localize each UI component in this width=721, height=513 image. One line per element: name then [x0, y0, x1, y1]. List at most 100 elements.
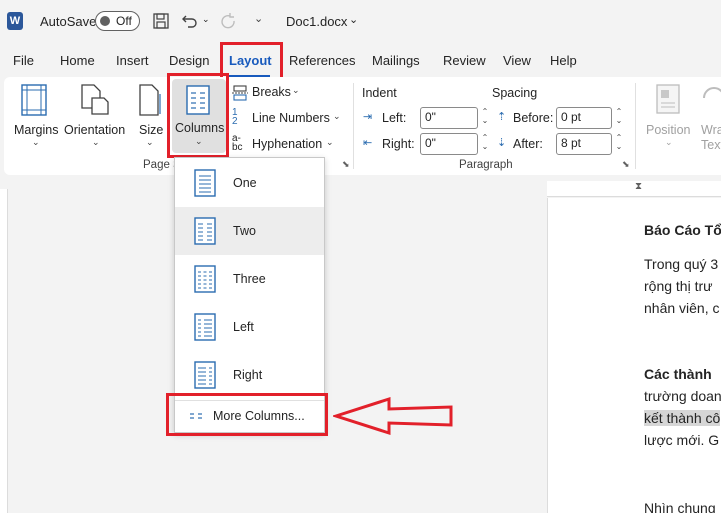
- columns-option-right[interactable]: Right: [175, 351, 324, 399]
- indent-label: Indent: [362, 86, 397, 100]
- spacing-before-icon: ⇡: [497, 111, 507, 123]
- tab-design[interactable]: Design: [169, 53, 209, 68]
- columns-option-two[interactable]: Two: [175, 207, 324, 255]
- left-column-icon: [194, 313, 216, 341]
- indent-right-input[interactable]: 0": [420, 133, 478, 155]
- columns-button-highlight: [167, 73, 229, 158]
- tab-references[interactable]: References: [289, 53, 355, 68]
- ruler-indent-marker-icon[interactable]: ⧗: [635, 181, 642, 192]
- breaks-chevron-icon: ⌄: [292, 85, 300, 95]
- indent-left-label: Left:: [382, 111, 407, 125]
- spacing-before-spinner-icon[interactable]: ⌃ ⌄: [614, 107, 624, 125]
- autosave-state: Off: [116, 14, 132, 28]
- indent-right-value: 0": [425, 136, 436, 150]
- line-numbers-chevron-icon: ⌄: [333, 111, 341, 121]
- doc-line-highlighted: kết thành cô: [644, 410, 721, 426]
- doc-line: lược mới. G: [644, 432, 720, 448]
- breaks-icon: [232, 85, 248, 101]
- ribbon-tabs: File Home Insert Design Layout Reference…: [0, 44, 721, 78]
- columns-option-left[interactable]: Left: [175, 303, 324, 351]
- option-label: Right: [233, 368, 263, 382]
- undo-dropdown-icon[interactable]: ⌄: [202, 14, 210, 25]
- breaks-label: Breaks: [252, 85, 291, 99]
- indent-left-spinner-icon[interactable]: ⌃ ⌄: [480, 107, 490, 125]
- doc-line: rộng thị trư: [644, 278, 713, 294]
- autosave-label: AutoSave: [40, 14, 97, 29]
- spacing-after-spinner-icon[interactable]: ⌃ ⌄: [614, 133, 624, 151]
- document-page[interactable]: Báo Cáo Tổ Trong quý 3 rộng thị trư nhân…: [547, 198, 721, 513]
- wrap-text-button[interactable]: Wra Text: [698, 81, 721, 152]
- hyphenation-button[interactable]: a-bc Hyphenation ⌄: [232, 133, 348, 155]
- wrap-text-icon: [703, 87, 721, 99]
- spacing-after-label: After:: [513, 137, 543, 151]
- orientation-chevron-icon: ⌄: [92, 137, 100, 147]
- customize-toolbar-icon[interactable]: ⌄: [254, 12, 263, 25]
- orientation-button[interactable]: Orientation ⌄: [62, 81, 128, 151]
- spacing-after-value: 8 pt: [561, 136, 582, 150]
- redo-icon[interactable]: [219, 12, 237, 30]
- paragraph-group-label: Paragraph: [459, 159, 513, 171]
- spacing-label: Spacing: [492, 86, 538, 100]
- undo-icon[interactable]: [181, 12, 199, 30]
- columns-option-one[interactable]: One: [175, 159, 324, 207]
- position-icon: [656, 84, 680, 114]
- one-column-icon: [194, 169, 216, 197]
- tab-view[interactable]: View: [503, 53, 531, 68]
- toggle-knob: [100, 16, 110, 26]
- save-icon[interactable]: [152, 12, 170, 30]
- tab-file[interactable]: File: [13, 53, 34, 68]
- margins-chevron-icon: ⌄: [32, 137, 40, 147]
- tab-mailings[interactable]: Mailings: [372, 53, 420, 68]
- hyphenation-label: Hyphenation: [252, 137, 323, 151]
- margins-label: Margins: [14, 123, 59, 137]
- annotation-arrow-icon: [333, 396, 453, 436]
- size-icon: [139, 84, 161, 116]
- line-numbers-button[interactable]: 12 Line Numbers ⌄: [232, 107, 348, 129]
- doc-line: trường doan: [644, 388, 721, 404]
- doc-name-dropdown-icon[interactable]: ⌄: [349, 13, 358, 26]
- position-label: Position: [646, 123, 691, 137]
- title-bar: W AutoSave Off ⌄ ⌄ Doc1.docx ⌄: [0, 0, 721, 44]
- indent-right-label: Right:: [382, 137, 415, 151]
- indent-right-spinner-icon[interactable]: ⌃ ⌄: [480, 133, 490, 151]
- spacing-after-input[interactable]: 8 pt: [556, 133, 612, 155]
- position-button[interactable]: Position ⌄: [642, 81, 698, 151]
- tab-home[interactable]: Home: [60, 53, 95, 68]
- option-label: Three: [233, 272, 266, 286]
- indent-left-icon: ⇥: [363, 111, 373, 123]
- hyphenation-icon: a-bc: [232, 133, 243, 153]
- indent-left-input[interactable]: 0": [420, 107, 478, 129]
- wrap-text-label-1: Wra: [701, 123, 721, 137]
- size-label: Size: [139, 123, 164, 137]
- spacing-after-icon: ⇣: [497, 137, 507, 149]
- page-setup-launcher-icon[interactable]: ⬊: [342, 159, 350, 170]
- two-columns-icon: [194, 217, 216, 245]
- doc-line: Trong quý 3: [644, 256, 719, 272]
- paragraph-launcher-icon[interactable]: ⬊: [622, 159, 630, 170]
- columns-option-three[interactable]: Three: [175, 255, 324, 303]
- doc-heading: Báo Cáo Tổ: [644, 222, 721, 238]
- position-chevron-icon: ⌄: [665, 137, 673, 147]
- line-numbers-icon: 12: [232, 107, 238, 127]
- group-divider: [353, 83, 354, 169]
- columns-dropdown-menu: One Two Three Left Right More Columns...: [174, 157, 325, 433]
- three-columns-icon: [194, 265, 216, 293]
- tab-review[interactable]: Review: [443, 53, 486, 68]
- option-label: Two: [233, 224, 256, 238]
- ribbon-panel: Margins ⌄ Orientation ⌄ Size ⌄ Columns ⌄…: [4, 77, 721, 175]
- tab-help[interactable]: Help: [550, 53, 577, 68]
- margins-button[interactable]: Margins ⌄: [10, 81, 60, 151]
- autosave-toggle[interactable]: Off: [95, 11, 140, 31]
- size-button[interactable]: Size ⌄: [132, 81, 168, 151]
- spacing-before-value: 0 pt: [561, 110, 582, 124]
- right-column-icon: [194, 361, 216, 389]
- hyphenation-chevron-icon: ⌄: [326, 137, 334, 147]
- spacing-before-input[interactable]: 0 pt: [556, 107, 612, 129]
- word-logo-icon: W: [7, 12, 23, 30]
- tab-insert[interactable]: Insert: [116, 53, 149, 68]
- horizontal-ruler: ⧗: [547, 181, 721, 197]
- document-name[interactable]: Doc1.docx: [286, 14, 347, 29]
- group-divider: [635, 83, 636, 169]
- doc-line: nhân viên, c: [644, 300, 720, 316]
- breaks-button[interactable]: Breaks ⌄: [232, 83, 322, 103]
